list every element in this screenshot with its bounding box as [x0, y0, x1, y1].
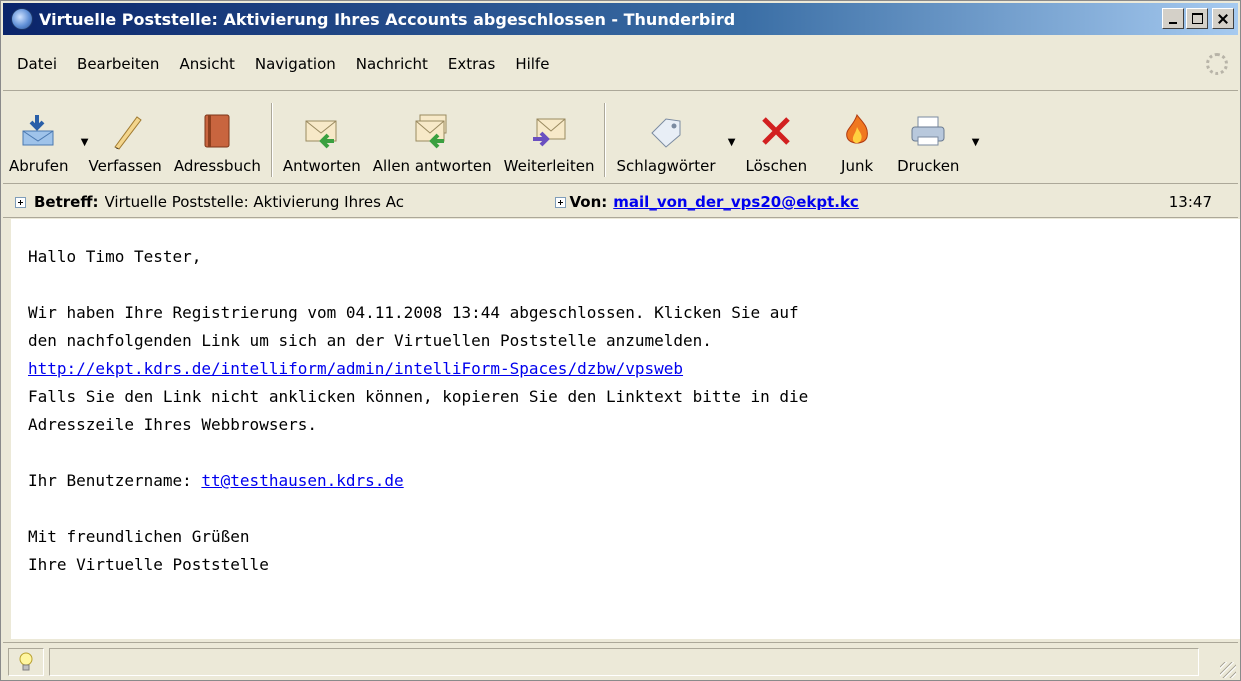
- thunderbird-app-icon: [11, 8, 33, 30]
- closing-line: Mit freundlichen Grüßen: [28, 527, 250, 546]
- expand-subject-icon[interactable]: [15, 196, 26, 208]
- from-label: Von:: [569, 193, 608, 211]
- username-link[interactable]: tt@testhausen.kdrs.de: [201, 471, 403, 490]
- lightbulb-icon[interactable]: [18, 652, 34, 672]
- menu-nachricht[interactable]: Nachricht: [346, 55, 438, 73]
- window-title: Virtuelle Poststelle: Aktivierung Ihres …: [39, 9, 736, 29]
- delete-button[interactable]: Löschen: [730, 95, 824, 183]
- message-time: 13:47: [1168, 193, 1212, 211]
- delete-icon: [762, 117, 791, 145]
- print-label: Drucken: [897, 157, 960, 175]
- toolbar-separator: [604, 103, 607, 177]
- reply-icon: [305, 120, 337, 149]
- tag-icon: [651, 118, 681, 148]
- signature-line: Ihre Virtuelle Poststelle: [28, 555, 269, 574]
- minimize-button[interactable]: [1162, 8, 1184, 29]
- reply-all-button[interactable]: Allen antworten: [367, 95, 498, 183]
- menu-navigation[interactable]: Navigation: [245, 55, 346, 73]
- main-toolbar: Abrufen ▼ Verfassen Adressbuch Antworten…: [3, 93, 1238, 184]
- junk-flame-icon: [846, 113, 868, 144]
- get-mail-button[interactable]: Abrufen ▼: [3, 95, 88, 183]
- status-bulb-cell: [8, 647, 44, 676]
- compose-button[interactable]: Verfassen: [82, 95, 167, 183]
- address-book-label: Adressbuch: [173, 157, 261, 175]
- login-link[interactable]: http://ekpt.kdrs.de/intelliform/admin/in…: [28, 359, 683, 378]
- junk-button[interactable]: Junk: [823, 95, 891, 183]
- get-mail-label: Abrufen: [9, 157, 69, 175]
- expand-from-icon[interactable]: [554, 196, 566, 208]
- menu-hilfe[interactable]: Hilfe: [505, 55, 559, 73]
- compose-label: Verfassen: [88, 157, 162, 175]
- forward-icon: [533, 118, 566, 147]
- thunderbird-window: Virtuelle Poststelle: Aktivierung Ihres …: [0, 0, 1241, 681]
- reply-label: Antworten: [282, 157, 361, 175]
- username-line: Ihr Benutzername: tt@testhausen.kdrs.de: [28, 467, 1240, 495]
- reply-all-icon: [415, 114, 447, 149]
- address-book-icon: [204, 114, 230, 148]
- body-line: den nachfolgenden Link um sich an der Vi…: [28, 331, 712, 350]
- address-book-button[interactable]: Adressbuch: [168, 95, 267, 183]
- body-line: Adresszeile Ihres Webbrowsers.: [28, 415, 317, 434]
- caption-buttons: [1162, 8, 1234, 29]
- menu-ansicht[interactable]: Ansicht: [169, 55, 244, 73]
- subject-label: Betreff:: [34, 193, 99, 211]
- forward-label: Weiterleiten: [503, 157, 595, 175]
- menu-extras[interactable]: Extras: [438, 55, 505, 73]
- reply-all-label: Allen antworten: [372, 157, 492, 175]
- body-line: Falls Sie den Link nicht anklicken könne…: [28, 387, 809, 406]
- print-dropdown-icon[interactable]: ▼: [972, 137, 980, 148]
- title-bar: Virtuelle Poststelle: Aktivierung Ihres …: [3, 3, 1238, 35]
- status-text: [49, 647, 1199, 676]
- printer-icon: [911, 116, 945, 146]
- resize-grip-icon[interactable]: [1220, 662, 1236, 678]
- tags-button[interactable]: Schlagwörter ▼: [610, 95, 736, 183]
- body-line: Wir haben Ihre Registrierung vom 04.11.2…: [28, 303, 799, 322]
- forward-button[interactable]: Weiterleiten: [498, 95, 601, 183]
- from-address-link[interactable]: mail_von_der_vps20@ekpt.kc: [613, 193, 859, 211]
- toolbar-separator: [270, 103, 273, 177]
- greeting-line: Hallo Timo Tester,: [28, 247, 202, 266]
- message-header: Betreff: Virtuelle Poststelle: Aktivieru…: [3, 187, 1238, 218]
- activity-throbber-icon: [1206, 53, 1228, 75]
- status-bar: [3, 642, 1238, 680]
- pencil-icon: [114, 116, 142, 150]
- menu-datei[interactable]: Datei: [7, 55, 67, 73]
- delete-label: Löschen: [745, 157, 808, 175]
- maximize-button[interactable]: [1186, 8, 1208, 29]
- reply-button[interactable]: Antworten: [277, 95, 367, 183]
- subject-value: Virtuelle Poststelle: Aktivierung Ihres …: [104, 193, 404, 211]
- message-body: Hallo Timo Tester, Wir haben Ihre Regist…: [11, 219, 1240, 639]
- menu-bar: Datei Bearbeiten Ansicht Navigation Nach…: [3, 37, 1238, 91]
- tags-label: Schlagwörter: [616, 157, 716, 175]
- username-label: Ihr Benutzername:: [28, 471, 202, 490]
- junk-label: Junk: [841, 157, 874, 175]
- get-mail-icon: [22, 115, 54, 146]
- close-button[interactable]: [1212, 8, 1234, 29]
- menu-bearbeiten[interactable]: Bearbeiten: [67, 55, 169, 73]
- print-button[interactable]: Drucken ▼: [891, 95, 979, 183]
